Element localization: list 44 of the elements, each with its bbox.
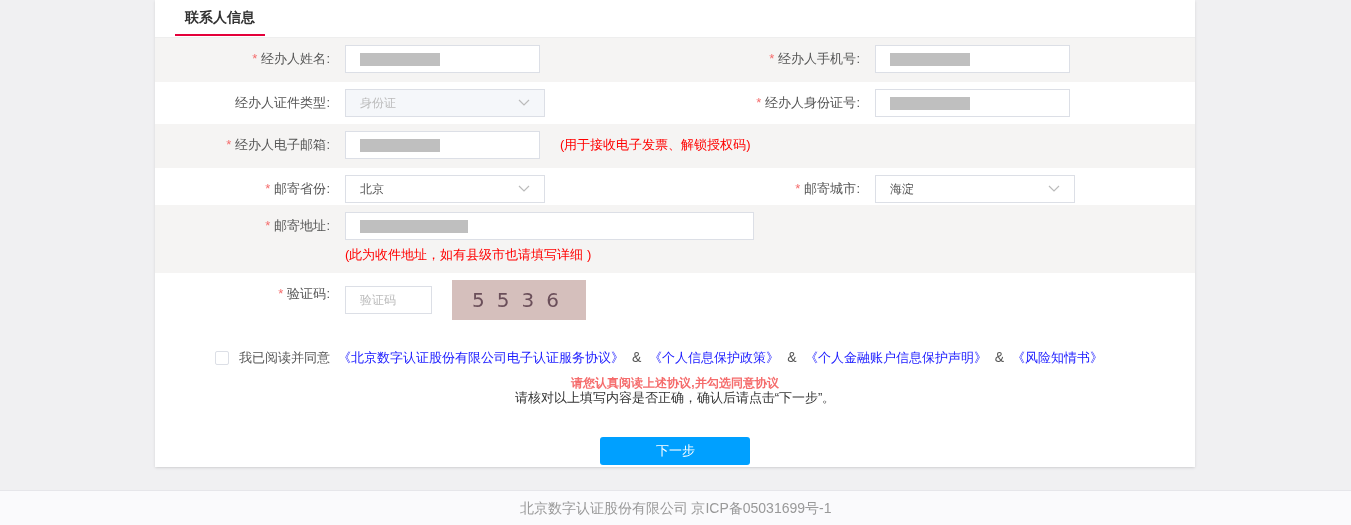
field-label: 经办人姓名:: [261, 50, 330, 69]
input-field[interactable]: [345, 212, 754, 240]
field-label: 邮寄城市:: [804, 180, 860, 199]
tab[interactable]: 联系人信息: [175, 0, 265, 36]
footer-text: 北京数字认证股份有限公司 京ICP备05031699号-1: [519, 498, 832, 518]
ampersand: &: [994, 348, 1005, 367]
required-asterisk: *: [278, 285, 284, 304]
required-asterisk: *: [756, 94, 762, 113]
field-label: 经办人电子邮箱:: [235, 136, 330, 155]
input-field[interactable]: [875, 89, 1070, 117]
warning-text: 请您认真阅读上述协议,并勾选同意协议: [570, 376, 780, 390]
agreement-link[interactable]: 《个人信息保护政策》: [649, 347, 780, 368]
captcha-image[interactable]: 5536: [452, 280, 586, 320]
chevron-down-icon: [518, 185, 530, 193]
field-label: 邮寄省份:: [274, 180, 330, 199]
required-asterisk: *: [769, 50, 775, 69]
agreement-text: 我已阅读并同意: [239, 348, 330, 367]
chevron-down-icon: [1048, 185, 1060, 193]
chevron-down-icon: [518, 99, 530, 107]
instruction-text: 请核对以上填写内容是否正确，确认后请点击“下一步”。: [513, 390, 837, 406]
hint-text: (此为收件地址，如有县级市也请填写详细 ): [345, 246, 593, 264]
agreement-link[interactable]: 《风险知情书》: [1012, 347, 1104, 368]
required-asterisk: *: [265, 180, 271, 199]
hint-text: (用于接收电子发票、解锁授权码): [560, 136, 751, 155]
required-asterisk: *: [252, 50, 258, 69]
input-field[interactable]: [875, 45, 1070, 73]
required-asterisk: *: [226, 136, 232, 155]
input-field[interactable]: [345, 45, 540, 73]
captcha-input[interactable]: 验证码: [345, 286, 432, 314]
select-field[interactable]: 北京: [345, 175, 545, 203]
input-field[interactable]: [345, 131, 540, 159]
field-label: 经办人手机号:: [778, 50, 860, 69]
ampersand: &: [632, 348, 642, 367]
required-asterisk: *: [795, 180, 801, 199]
field-label: 验证码:: [287, 285, 330, 304]
select-field[interactable]: 海淀: [875, 175, 1075, 203]
required-asterisk: *: [265, 217, 271, 236]
ampersand: &: [787, 348, 797, 367]
field-label: 经办人证件类型:: [235, 94, 330, 113]
field-label: 经办人身份证号:: [765, 94, 860, 113]
checkbox[interactable]: [215, 350, 229, 365]
field-label: 邮寄地址:: [274, 217, 330, 236]
agreement-link[interactable]: 《北京数字认证股份有限公司电子认证服务协议》: [338, 347, 624, 368]
agreement-link[interactable]: 《个人金融账户信息保护声明》: [804, 347, 987, 368]
